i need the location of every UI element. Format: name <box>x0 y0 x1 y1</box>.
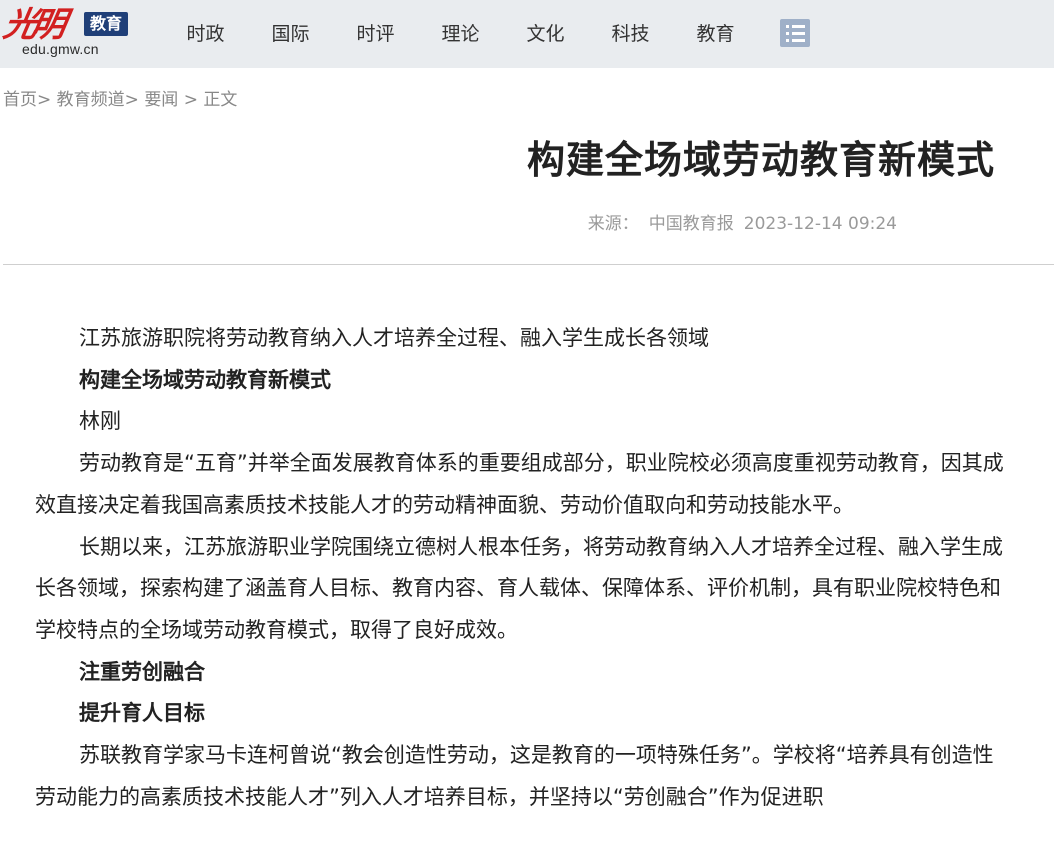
menu-line <box>785 24 805 28</box>
article-source: 来源： 中国教育报 <box>588 214 734 234</box>
article-paragraph: 长期以来，江苏旅游职业学院围绕立德树人根本任务，将劳动教育纳入人才培养全过程、融… <box>35 534 1003 642</box>
article-subheading: 提升育人目标 <box>79 701 205 726</box>
logo-domain: edu.gmw.cn <box>22 41 99 57</box>
nav-item-politics[interactable]: 时政 <box>163 22 248 46</box>
article-subheading: 注重劳创融合 <box>79 659 205 684</box>
nav-item-technology[interactable]: 科技 <box>588 22 673 46</box>
breadcrumb-section[interactable]: 要闻 <box>144 90 178 110</box>
nav-item-commentary[interactable]: 时评 <box>333 22 418 46</box>
menu-line <box>785 38 805 42</box>
site-logo[interactable]: 光明 教育 edu.gmw.cn <box>0 5 132 62</box>
header-divider <box>3 264 1054 265</box>
article-title: 构建全场域劳动教育新模式 <box>526 138 995 182</box>
article-subheading: 构建全场域劳动教育新模式 <box>79 367 331 392</box>
menu-list-icon[interactable] <box>780 19 810 47</box>
breadcrumb-separator: > <box>178 90 204 110</box>
nav-item-theory[interactable]: 理论 <box>418 22 503 46</box>
article-paragraph: 苏联教育学家马卡连柯曾说“教会创造性劳动，这是教育的一项特殊任务”。学校将“培养… <box>35 743 994 809</box>
breadcrumb: 首页> 教育频道> 要闻 > 正文 <box>3 88 237 112</box>
breadcrumb-current: 正文 <box>203 90 238 110</box>
article-paragraph: 劳动教育是“五育”并举全面发展教育体系的重要组成部分，职业院校必须高度重视劳动教… <box>35 451 1004 517</box>
article-body: 江苏旅游职院将劳动教育纳入人才培养全过程、融入学生成长各领域 构建全场域劳动教育… <box>35 318 1005 818</box>
article-datetime: 2023-12-14 09:24 <box>743 214 897 234</box>
main-nav: 时政 国际 时评 理论 文化 科技 教育 <box>163 0 758 68</box>
nav-item-international[interactable]: 国际 <box>248 22 333 46</box>
source-label: 来源： <box>587 214 639 234</box>
breadcrumb-separator: > <box>37 90 52 110</box>
breadcrumb-home[interactable]: 首页 <box>3 90 37 110</box>
nav-item-education[interactable]: 教育 <box>673 22 758 46</box>
article-meta: 来源： 中国教育报 2023-12-14 09:24 <box>0 212 897 236</box>
menu-line <box>785 31 805 35</box>
breadcrumb-separator: > <box>124 90 139 110</box>
logo-badge: 教育 <box>84 12 128 36</box>
top-nav-bar: 光明 教育 edu.gmw.cn 时政 国际 时评 理论 文化 科技 教育 <box>0 0 1054 68</box>
article-author: 林刚 <box>79 409 121 434</box>
article-paragraph: 江苏旅游职院将劳动教育纳入人才培养全过程、融入学生成长各领域 <box>79 326 709 350</box>
nav-item-culture[interactable]: 文化 <box>503 22 588 46</box>
logo-brush-text: 光明 <box>0 5 64 45</box>
breadcrumb-channel[interactable]: 教育频道 <box>57 90 125 110</box>
source-name: 中国教育报 <box>648 214 734 234</box>
